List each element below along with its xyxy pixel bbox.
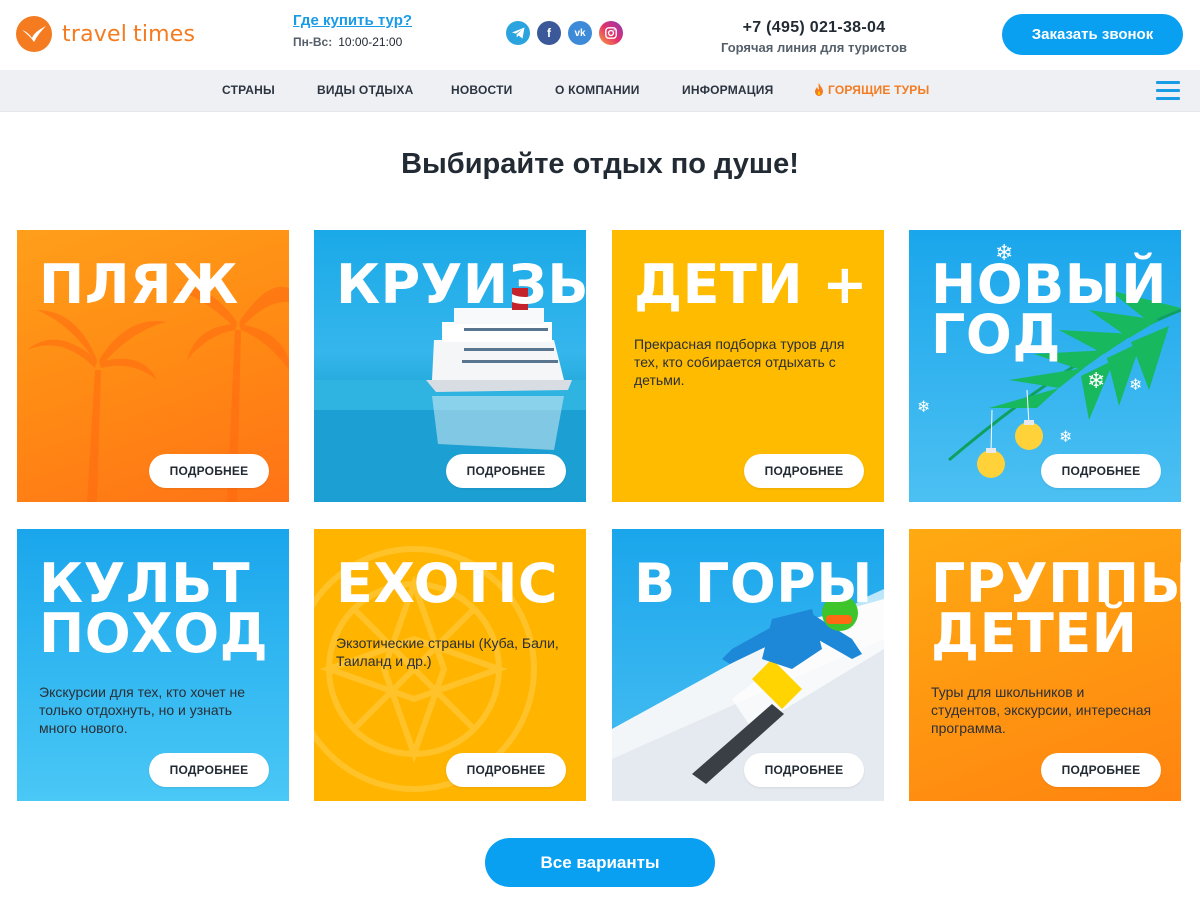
working-hours: Пн-Вс: 10:00-21:00 [293,35,412,49]
card-description: Экскурсии для тех, кто хочет не только о… [39,684,246,736]
social-links: f vk [506,21,623,45]
working-time: 10:00-21:00 [338,35,403,49]
vk-icon[interactable]: vk [568,21,592,45]
more-button[interactable]: ПОДРОБНЕЕ [744,753,864,787]
nav-item-hot-tours[interactable]: ГОРЯЩИЕ ТУРЫ [814,83,929,97]
hotline-label: Горячая линия для туристов [720,40,908,55]
svg-text:❄: ❄ [1087,369,1105,394]
instagram-icon[interactable] [599,21,623,45]
facebook-icon[interactable]: f [537,21,561,45]
svg-text:❄: ❄ [917,397,930,416]
all-options-button[interactable]: Все варианты [485,838,715,887]
nav-item-about[interactable]: О КОМПАНИИ [555,83,640,97]
card-title-line2: ПОХОД [39,602,269,665]
card-kids[interactable]: ДЕТИ + Прекрасная подборка туров для тех… [612,230,884,502]
card-exotic[interactable]: EXOTIC Экзотические страны (Куба, Бали, … [314,529,586,801]
logo[interactable]: travel times [16,16,195,52]
svg-text:❄: ❄ [1129,375,1142,394]
request-call-button[interactable]: Заказать звонок [1002,14,1183,55]
contact-block: +7 (495) 021-38-04 Горячая линия для тур… [700,19,928,55]
more-button[interactable]: ПОДРОБНЕЕ [149,753,269,787]
more-button[interactable]: ПОДРОБНЕЕ [1041,454,1161,488]
card-cruises[interactable]: КРУИЗЫ ПОДРОБНЕЕ [314,230,586,502]
main-nav: СТРАНЫ ВИДЫ ОТДЫХА НОВОСТИ О КОМПАНИИ ИН… [0,70,1200,112]
card-new-year[interactable]: ❄ ❄ ❄ ❄ ❄ НОВЫЙ ГОД ПОДРОБНЕЕ [909,230,1181,502]
nav-item-vacation-types[interactable]: ВИДЫ ОТДЫХА [317,83,413,97]
where-to-buy-link[interactable]: Где купить тур? [293,12,412,29]
card-title: В ГОРЫ [634,552,873,615]
card-culture-trip[interactable]: КУЛЬТ ПОХОД Экскурсии для тех, кто хочет… [17,529,289,801]
phone-number[interactable]: +7 (495) 021-38-04 [700,19,928,37]
card-title-line2: ДЕТЕЙ [931,602,1138,665]
card-description: Экзотические страны (Куба, Бали, Таиланд… [336,635,559,669]
more-button[interactable]: ПОДРОБНЕЕ [446,753,566,787]
more-button[interactable]: ПОДРОБНЕЕ [149,454,269,488]
logo-word-travel: travel [62,21,128,47]
card-description: Прекрасная подборка туров для тех, кто с… [634,336,845,388]
bird-logo-icon [16,16,52,52]
logo-text: travel times [62,22,195,47]
card-title: ПЛЯЖ [39,253,239,316]
svg-text:❄: ❄ [1059,427,1072,446]
card-description: Туры для школьников и студентов, экскурс… [931,684,1152,736]
more-button[interactable]: ПОДРОБНЕЕ [446,454,566,488]
more-button[interactable]: ПОДРОБНЕЕ [1041,753,1161,787]
telegram-icon[interactable] [506,21,530,45]
card-title: НОВЫЙ ГОД [931,258,1167,366]
nav-item-news[interactable]: НОВОСТИ [451,83,512,97]
flame-icon [815,83,823,96]
card-kid-groups[interactable]: ГРУППЫ ДЕТЕЙ Туры для школьников и студе… [909,529,1181,801]
card-mountains[interactable]: В ГОРЫ ПОДРОБНЕЕ [612,529,884,801]
card-title: EXOTIC [336,552,559,615]
card-title: ГРУППЫ ДЕТЕЙ [931,557,1181,665]
working-days: Пн-Вс: [293,35,333,49]
buy-info: Где купить тур? Пн-Вс: 10:00-21:00 [293,12,412,49]
card-title: КРУИЗЫ [336,253,586,316]
nav-item-info[interactable]: ИНФОРМАЦИЯ [682,83,773,97]
card-title: КУЛЬТ ПОХОД [39,557,269,665]
nav-item-countries[interactable]: СТРАНЫ [222,83,275,97]
card-title: ДЕТИ + [634,253,869,316]
card-beach[interactable]: ПЛЯЖ ПОДРОБНЕЕ [17,230,289,502]
logo-word-times: times [133,21,196,47]
page-title: Выбирайте отдых по душе! [401,148,799,180]
more-button[interactable]: ПОДРОБНЕЕ [744,454,864,488]
card-title-line2: ГОД [931,303,1061,366]
site-header: travel times Где купить тур? Пн-Вс: 10:00-… [0,0,1200,70]
nav-hot-tours-label: ГОРЯЩИЕ ТУРЫ [828,83,930,97]
hamburger-menu-icon[interactable] [1156,81,1180,101]
